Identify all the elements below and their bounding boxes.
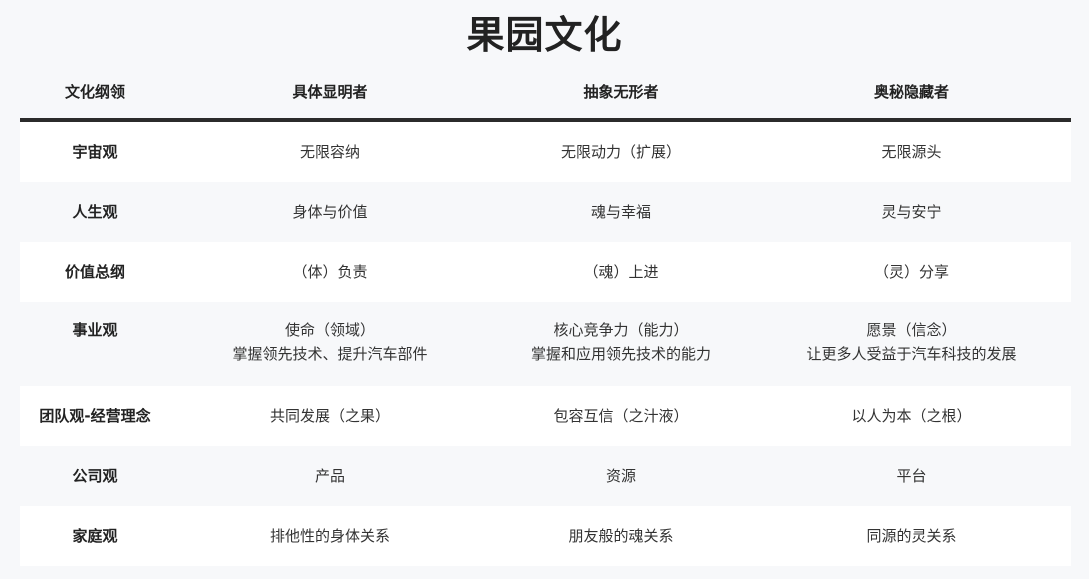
cell-text: 排他性的身体关系 [269,527,390,545]
cell-manifest: （体）负责 [170,242,490,302]
cell-manifest: 使命（领域） 掌握领先技术、提升汽车部件 [170,302,490,386]
cell-text: 无限容纳 [299,143,360,161]
table-header-row: 文化纲领 具体显明者 抽象无形者 奥秘隐藏者 [20,66,1071,118]
cell-text: 共同发展（之果） [269,407,390,425]
cell-text: 资源 [605,467,636,485]
table-row: 家庭观 排他性的身体关系 朋友般的魂关系 同源的灵关系 [20,506,1071,566]
cell-abstract: 资源 [490,446,752,506]
cell-abstract: 核心竞争力（能力） 掌握和应用领先技术的能力 [490,302,752,386]
culture-table: 文化纲领 具体显明者 抽象无形者 奥秘隐藏者 宇宙观 无限容纳 无限动力（扩展）… [20,66,1071,566]
row-label: 事业观 [72,321,118,339]
cell-text: 以人为本（之根） [851,407,972,425]
cell-text: 核心竞争力（能力） [553,321,689,339]
cell-hidden: 平台 [752,446,1071,506]
cell-manifest: 无限容纳 [170,122,490,182]
cell-abstract: （魂）上进 [490,242,752,302]
table-row: 公司观 产品 资源 平台 [20,446,1071,506]
cell-text: 灵与安宁 [881,203,942,221]
page: 果园文化 文化纲领 具体显明者 抽象无形者 奥秘隐藏者 宇宙观 无限容纳 无限动… [0,0,1089,579]
table-row: 人生观 身体与价值 魂与幸福 灵与安宁 [20,182,1071,242]
cell-manifest: 身体与价值 [170,182,490,242]
cell-hidden: （灵）分享 [752,242,1071,302]
cell-hidden: 愿景（信念） 让更多人受益于汽车科技的发展 [752,302,1071,386]
cell-manifest: 产品 [170,446,490,506]
cell-abstract: 无限动力（扩展） [490,122,752,182]
cell-hidden: 灵与安宁 [752,182,1071,242]
cell-text: 身体与价值 [292,203,368,221]
cell-text: 朋友般的魂关系 [568,527,674,545]
cell-manifest: 共同发展（之果） [170,386,490,446]
header-cell-hidden: 奥秘隐藏者 [873,83,949,101]
cell-text: 愿景（信念） [866,321,957,339]
table-row: 价值总纲 （体）负责 （魂）上进 （灵）分享 [20,242,1071,302]
row-label: 价值总纲 [64,263,125,281]
cell-text: 同源的灵关系 [866,527,957,545]
cell-subtext: 掌握和应用领先技术的能力 [530,345,711,363]
cell-text: （灵）分享 [873,263,949,281]
cell-text: 无限动力（扩展） [560,143,681,161]
cell-text: 包容互信（之汁液） [553,407,689,425]
header-cell-manifest: 具体显明者 [292,83,368,101]
header-cell-program: 文化纲领 [64,83,125,101]
cell-subtext: 掌握领先技术、提升汽车部件 [232,345,428,363]
cell-abstract: 魂与幸福 [490,182,752,242]
table-row: 团队观-经营理念 共同发展（之果） 包容互信（之汁液） 以人为本（之根） [20,386,1071,446]
table-row: 宇宙观 无限容纳 无限动力（扩展） 无限源头 [20,122,1071,182]
cell-text: （体）负责 [292,263,368,281]
cell-hidden: 同源的灵关系 [752,506,1071,566]
cell-text: 魂与幸福 [590,203,651,221]
cell-text: （魂）上进 [583,263,659,281]
table-row: 事业观 使命（领域） 掌握领先技术、提升汽车部件 核心竞争力（能力） 掌握和应用… [20,302,1071,386]
row-label: 团队观-经营理念 [39,407,151,425]
header-cell-abstract: 抽象无形者 [583,83,659,101]
cell-text: 无限源头 [881,143,942,161]
cell-subtext: 让更多人受益于汽车科技的发展 [806,345,1017,363]
cell-manifest: 排他性的身体关系 [170,506,490,566]
cell-abstract: 包容互信（之汁液） [490,386,752,446]
row-label: 人生观 [72,203,118,221]
row-label: 公司观 [72,467,118,485]
row-label: 宇宙观 [72,143,118,161]
row-label: 家庭观 [72,527,118,545]
cell-hidden: 无限源头 [752,122,1071,182]
page-title: 果园文化 [466,13,623,57]
cell-text: 产品 [314,467,345,485]
cell-text: 平台 [896,467,927,485]
cell-hidden: 以人为本（之根） [752,386,1071,446]
cell-text: 使命（领域） [284,321,375,339]
cell-abstract: 朋友般的魂关系 [490,506,752,566]
